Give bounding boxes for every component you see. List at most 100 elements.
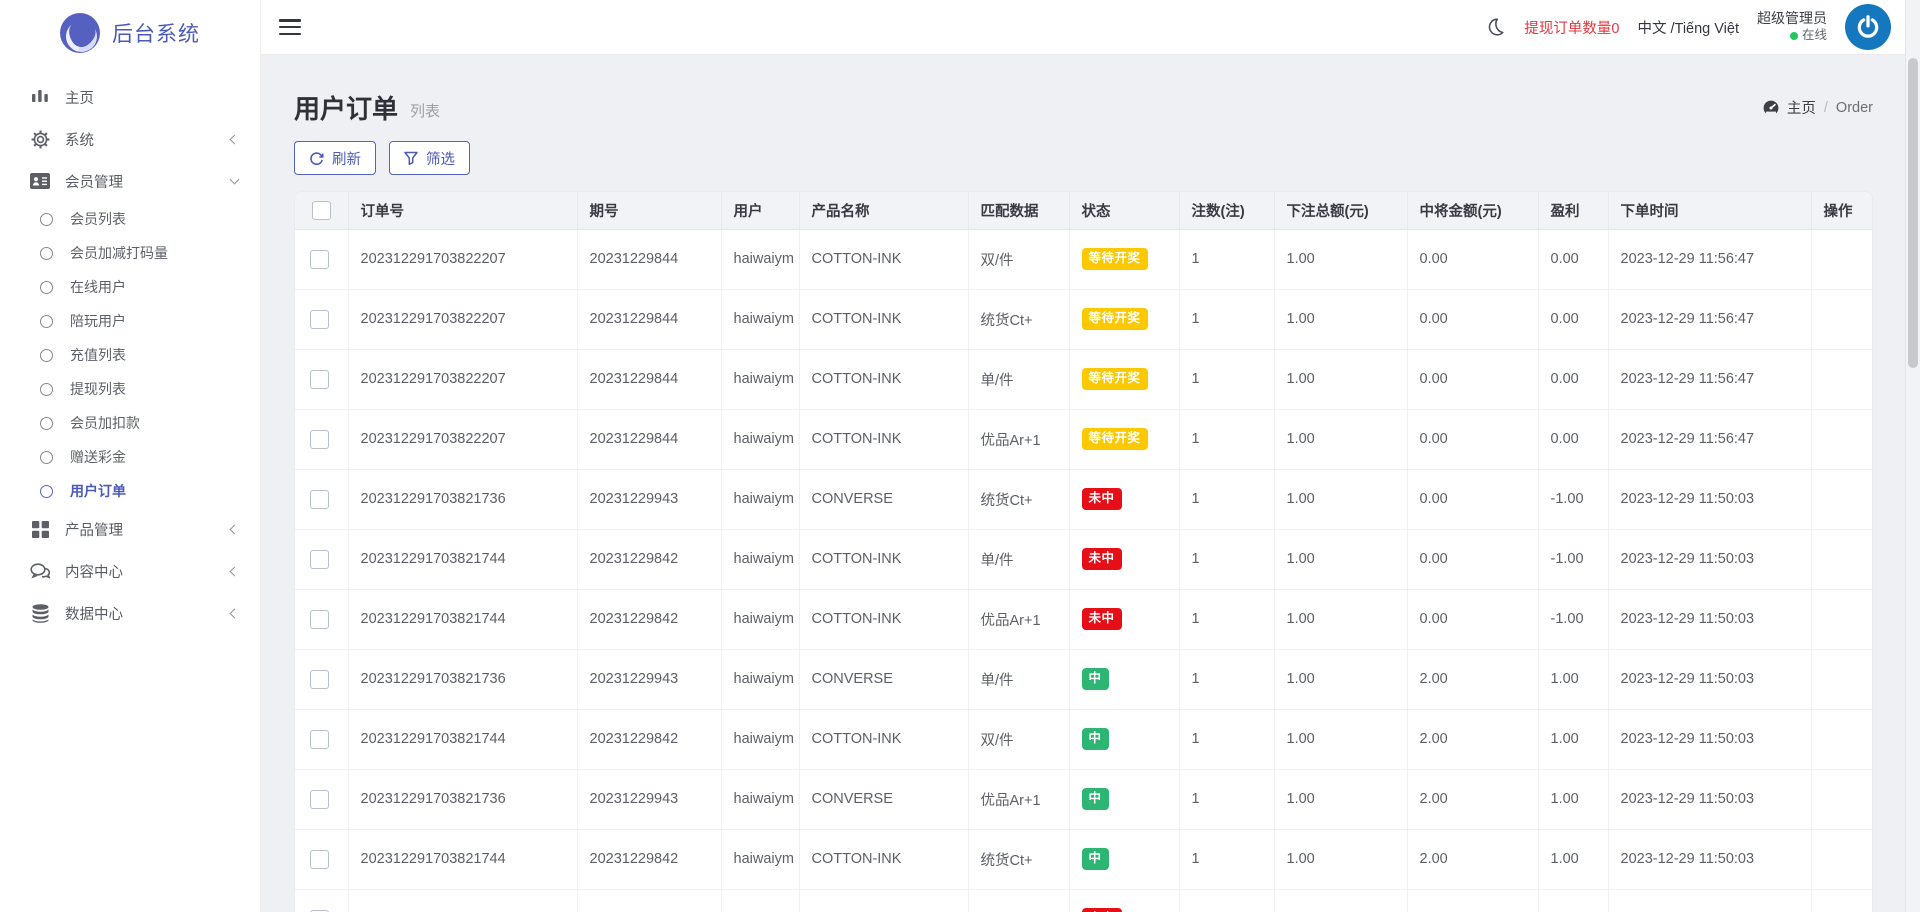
sidebar-item-product-management[interactable]: 产品管理 bbox=[0, 508, 260, 550]
cell-period: 20231229844 bbox=[577, 289, 722, 350]
breadcrumb-home[interactable]: 主页 bbox=[1787, 97, 1816, 118]
page-scrollbar[interactable] bbox=[1905, 0, 1920, 912]
cell-total: 1.00 bbox=[1274, 349, 1408, 410]
cell-win_amount: 0.00 bbox=[1407, 289, 1539, 350]
cell-win_amount: 0.00 bbox=[1407, 589, 1539, 650]
sidebar-subitem[interactable]: 会员加扣款 bbox=[0, 406, 260, 440]
sidebar-item-home[interactable]: 主页 bbox=[0, 76, 260, 118]
sidebar-item-member-management[interactable]: 会员管理 bbox=[0, 160, 260, 202]
sidebar-subitem[interactable]: 会员列表 bbox=[0, 202, 260, 236]
circle-icon bbox=[40, 246, 53, 260]
row-checkbox[interactable] bbox=[310, 669, 329, 689]
row-checkbox[interactable] bbox=[310, 369, 329, 389]
cell-win_amount: 0.00 bbox=[1407, 409, 1539, 470]
circle-icon bbox=[40, 450, 53, 464]
sidebar-subitem[interactable]: 提现列表 bbox=[0, 372, 260, 406]
row-checkbox[interactable] bbox=[310, 549, 329, 569]
table-header-row: 订单号 期号 用户 产品名称 匹配数据 状态 注数(注) 下注总额(元) 中将金额(元) 盈利 下单… bbox=[295, 192, 1872, 230]
scrollbar-thumb[interactable] bbox=[1908, 58, 1918, 368]
cell-profit: 0.00 bbox=[1538, 349, 1609, 410]
cell-order_no: 202312291703822207 bbox=[348, 289, 578, 350]
status-badge: 中 bbox=[1081, 788, 1109, 810]
cell-match: 统货Ct+ bbox=[968, 469, 1070, 530]
app-logo[interactable]: 后台系统 bbox=[0, 0, 260, 66]
cell-profit: -1.00 bbox=[1538, 889, 1609, 912]
row-checkbox[interactable] bbox=[310, 609, 329, 629]
cell-user: haiwaiym bbox=[721, 529, 800, 590]
sidebar-item-data-center[interactable]: 数据中心 bbox=[0, 592, 260, 634]
sidebar-subitem[interactable]: 陪玩用户 bbox=[0, 304, 260, 338]
moon-icon[interactable] bbox=[1484, 16, 1506, 38]
row-checkbox[interactable] bbox=[310, 249, 329, 269]
cell-period: 20231229943 bbox=[577, 889, 722, 912]
circle-icon bbox=[40, 280, 53, 294]
breadcrumb-separator: / bbox=[1823, 99, 1828, 116]
refresh-icon bbox=[309, 151, 324, 166]
row-checkbox[interactable] bbox=[310, 429, 329, 449]
cell-status: 等待开奖 bbox=[1069, 229, 1180, 290]
cell-match: 单/件 bbox=[968, 649, 1070, 710]
sidebar-item-label: 系统 bbox=[65, 132, 94, 149]
sidebar-subitem[interactable]: 赠送彩金 bbox=[0, 440, 260, 474]
cell-total: 1.00 bbox=[1274, 709, 1408, 770]
cell-profit: -1.00 bbox=[1538, 529, 1609, 590]
sidebar-subitem-label: 提现列表 bbox=[70, 381, 126, 397]
cell-status: 未中 bbox=[1069, 889, 1180, 912]
logout-power-button[interactable] bbox=[1845, 4, 1891, 50]
cell-order_no: 202312291703822207 bbox=[348, 409, 578, 470]
column-header: 匹配数据 bbox=[968, 192, 1070, 230]
column-header: 状态 bbox=[1069, 192, 1180, 230]
row-checkbox[interactable] bbox=[310, 729, 329, 749]
user-status: 在线 bbox=[1801, 27, 1827, 42]
breadcrumb-current: Order bbox=[1835, 99, 1873, 116]
app-logo-icon bbox=[60, 13, 100, 53]
chevron-left-icon bbox=[229, 134, 240, 144]
row-checkbox[interactable] bbox=[310, 309, 329, 329]
select-all-checkbox[interactable] bbox=[312, 200, 331, 220]
sidebar-subitem[interactable]: 在线用户 bbox=[0, 270, 260, 304]
row-checkbox[interactable] bbox=[310, 849, 329, 869]
language-switcher[interactable]: 中文 /Tiếng Việt bbox=[1637, 17, 1739, 38]
sidebar-item-content-center[interactable]: 内容中心 bbox=[0, 550, 260, 592]
refresh-button[interactable]: 刷新 bbox=[294, 141, 376, 175]
cell-action bbox=[1811, 589, 1872, 650]
funnel-icon bbox=[404, 151, 418, 165]
column-header: 注数(注) bbox=[1179, 192, 1275, 230]
hamburger-icon[interactable] bbox=[279, 19, 301, 35]
withdraw-notice-link[interactable]: 提现订单数量0 bbox=[1524, 17, 1619, 38]
row-checkbox[interactable] bbox=[310, 489, 329, 509]
cell-order_no: 202312291703821736 bbox=[348, 469, 578, 530]
circle-icon bbox=[40, 348, 53, 362]
cell-win_amount: 2.00 bbox=[1407, 649, 1539, 710]
status-badge: 中 bbox=[1081, 848, 1109, 870]
sidebar-nav: 主页 系统 会员管理 会员列表 会员加减打码量 在线用户 陪玩用户 充值列表提现列表会员… bbox=[0, 66, 260, 634]
sidebar-subitem[interactable]: 会员加减打码量 bbox=[0, 236, 260, 270]
sidebar-item-label: 内容中心 bbox=[65, 564, 123, 581]
row-checkbox[interactable] bbox=[310, 789, 329, 809]
chevron-down-icon bbox=[229, 174, 240, 185]
cell-order_no: 202312291703821736 bbox=[348, 769, 578, 830]
cell-product: COTTON-INK bbox=[799, 529, 969, 590]
breadcrumb: 主页 / Order bbox=[1763, 97, 1873, 118]
cell-bets: 1 bbox=[1179, 769, 1275, 830]
status-badge: 未中 bbox=[1081, 548, 1122, 570]
cell-action bbox=[1811, 829, 1872, 890]
status-badge: 等待开奖 bbox=[1081, 428, 1148, 450]
sidebar-item-system[interactable]: 系统 bbox=[0, 118, 260, 160]
sidebar-subitem[interactable]: 充值列表 bbox=[0, 338, 260, 372]
cell-win_amount: 2.00 bbox=[1407, 769, 1539, 830]
cell-win_amount: 0.00 bbox=[1407, 889, 1539, 912]
sidebar-subitem-label: 用户订单 bbox=[70, 483, 126, 499]
filter-button[interactable]: 筛选 bbox=[389, 141, 470, 175]
sidebar-subitem[interactable]: 用户订单 bbox=[0, 474, 260, 508]
cell-user: haiwaiym bbox=[721, 229, 800, 290]
user-info[interactable]: 超级管理员 在线 bbox=[1757, 10, 1827, 43]
sidebar-subitem-label: 赠送彩金 bbox=[70, 449, 126, 465]
cell-bets: 1 bbox=[1179, 469, 1275, 530]
page-title: 用户订单 bbox=[294, 94, 399, 124]
cell-action bbox=[1811, 769, 1872, 830]
sidebar-item-label: 会员管理 bbox=[65, 174, 123, 191]
cell-time: 2023-12-29 11:56:47 bbox=[1608, 229, 1812, 290]
table-row: 20231229170382173620231229943haiwaiymCON… bbox=[295, 769, 1872, 830]
cell-time: 2023-12-29 11:50:03 bbox=[1608, 649, 1812, 710]
